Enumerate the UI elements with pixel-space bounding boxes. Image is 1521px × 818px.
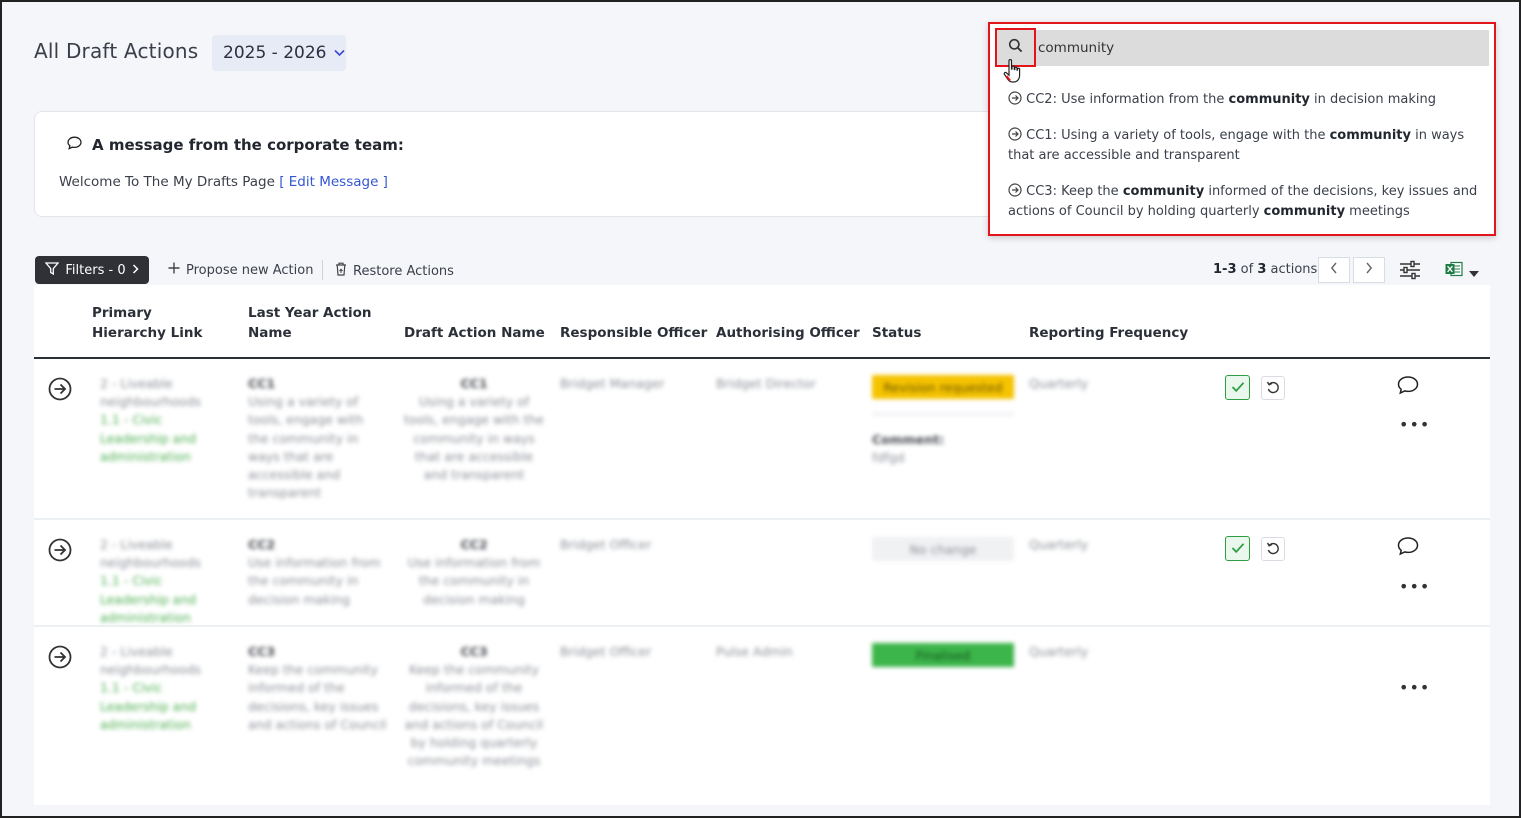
status-comment: Comment: fdfgd	[872, 432, 945, 466]
row-divider	[34, 518, 1490, 520]
search-input[interactable]	[1036, 30, 1476, 66]
chevron-right-icon	[132, 263, 139, 278]
open-action-icon[interactable]	[48, 538, 72, 562]
year-select[interactable]: 2025 - 2026	[212, 35, 346, 71]
search-result-cc2[interactable]: CC2: Use information from the community …	[1008, 90, 1478, 110]
column-settings-button[interactable]	[1399, 260, 1421, 284]
search-icon	[1008, 38, 1023, 57]
undo-icon	[1266, 540, 1280, 559]
row-divider	[34, 625, 1490, 627]
chevron-left-icon	[1330, 262, 1338, 278]
last-year-action-cell: CC1 Using a variety of tools, engage wit…	[248, 376, 364, 501]
caret-down-icon	[1469, 262, 1479, 281]
col-header-reporting-frequency[interactable]: Reporting Frequency	[1029, 323, 1188, 343]
hierarchy-cell: 2 - Liveable neighbourhoods 1.1 - Civic …	[100, 644, 202, 732]
authorising-officer-cell: Pulse Admin	[716, 644, 793, 659]
message-body: Welcome To The My Drafts Page	[59, 174, 275, 190]
year-select-value: 2025 - 2026	[223, 43, 327, 63]
message-title: A message from the corporate team:	[92, 136, 404, 154]
excel-icon	[1445, 261, 1463, 281]
chevron-right-icon	[1365, 262, 1373, 278]
sliders-icon	[1399, 260, 1421, 284]
col-header-last-year-action[interactable]: Last Year Action Name	[248, 303, 378, 343]
col-header-draft-action-name[interactable]: Draft Action Name	[404, 323, 545, 343]
last-year-action-cell: CC2 Use information from the community i…	[248, 537, 381, 607]
arrow-circle-icon	[1008, 91, 1022, 107]
propose-action-button[interactable]: Propose new Action	[168, 262, 313, 278]
more-options-icon[interactable]: •••	[1399, 678, 1430, 697]
status-badge: No change	[872, 537, 1014, 561]
open-action-icon[interactable]	[48, 377, 72, 401]
col-header-responsible-officer[interactable]: Responsible Officer	[560, 323, 707, 343]
more-options-icon[interactable]: •••	[1399, 415, 1430, 434]
hierarchy-cell: 2 - Liveable neighbourhoods 1.1 - Civic …	[100, 376, 202, 464]
status-divider	[872, 413, 1014, 415]
undo-icon	[1266, 379, 1280, 398]
status-badge: Finalised	[872, 643, 1014, 667]
revert-button[interactable]	[1261, 537, 1285, 561]
comment-icon[interactable]	[1397, 536, 1419, 560]
reporting-frequency-cell: Quarterly	[1029, 537, 1089, 552]
edit-message-link[interactable]: [ Edit Message ]	[279, 174, 388, 190]
approve-button[interactable]	[1225, 536, 1250, 561]
responsible-officer-cell: Bridget Manager	[560, 376, 665, 391]
last-year-action-cell: CC3 Keep the community informed of the d…	[248, 644, 387, 732]
restore-actions-label: Restore Actions	[353, 263, 454, 279]
reporting-frequency-cell: Quarterly	[1029, 644, 1089, 659]
message-card: A message from the corporate team: Welco…	[34, 111, 1034, 217]
open-action-icon[interactable]	[48, 645, 72, 669]
result-count: 1-3 of 3 actions	[1213, 262, 1318, 277]
reporting-frequency-cell: Quarterly	[1029, 376, 1089, 391]
funnel-icon	[44, 261, 60, 279]
approve-button[interactable]	[1225, 375, 1250, 400]
propose-action-label: Propose new Action	[186, 262, 314, 278]
hierarchy-cell: 2 - Liveable neighbourhoods 1.1 - Civic …	[100, 537, 202, 625]
filters-label: Filters - 0	[65, 262, 126, 278]
arrow-circle-icon	[1008, 183, 1022, 199]
draft-action-cell: CC2 Use information from the community i…	[407, 537, 541, 607]
check-icon	[1231, 378, 1245, 397]
responsible-officer-cell: Bridget Officer	[560, 537, 652, 552]
col-header-authorising-officer[interactable]: Authorising Officer	[716, 323, 860, 343]
message-body-row: Welcome To The My Drafts Page [ Edit Mes…	[59, 174, 388, 190]
page-title: All Draft Actions	[34, 39, 199, 63]
col-header-status[interactable]: Status	[872, 323, 921, 343]
message-title-row: A message from the corporate team:	[67, 136, 404, 154]
filters-button[interactable]: Filters - 0	[35, 256, 149, 284]
search-dropdown: CC2: Use information from the community …	[988, 22, 1496, 236]
restore-actions-button[interactable]: Restore Actions	[335, 262, 454, 280]
hand-pointer-icon	[1002, 58, 1024, 90]
more-options-icon[interactable]: •••	[1399, 577, 1430, 596]
arrow-circle-icon	[1008, 127, 1022, 143]
draft-action-cell: CC1 Using a variety of tools, engage wit…	[404, 376, 544, 483]
trash-restore-icon	[335, 262, 347, 280]
search-result-cc1[interactable]: CC1: Using a variety of tools, engage wi…	[1008, 126, 1478, 166]
revert-button[interactable]	[1261, 376, 1285, 400]
header-divider	[34, 357, 1490, 359]
authorising-officer-cell: Bridget Director	[716, 376, 816, 391]
col-header-primary-hierarchy[interactable]: Primary Hierarchy Link	[92, 303, 222, 343]
draft-actions-table: Primary Hierarchy Link Last Year Action …	[34, 285, 1490, 805]
draft-action-cell: CC3 Keep the community informed of the d…	[404, 644, 544, 769]
toolbar-divider	[322, 260, 323, 280]
next-page-button[interactable]	[1353, 257, 1385, 283]
previous-page-button[interactable]	[1318, 257, 1350, 283]
search-bar	[995, 28, 1489, 67]
chevron-down-icon	[334, 47, 346, 60]
responsible-officer-cell: Bridget Officer	[560, 644, 652, 659]
plus-icon	[168, 262, 180, 278]
speech-bubble-icon	[67, 136, 82, 154]
export-excel-button[interactable]	[1445, 261, 1479, 281]
check-icon	[1231, 539, 1245, 558]
status-badge: Revision requested	[872, 375, 1014, 399]
comment-icon[interactable]	[1397, 375, 1419, 399]
search-result-cc3[interactable]: CC3: Keep the community informed of the …	[1008, 182, 1478, 222]
